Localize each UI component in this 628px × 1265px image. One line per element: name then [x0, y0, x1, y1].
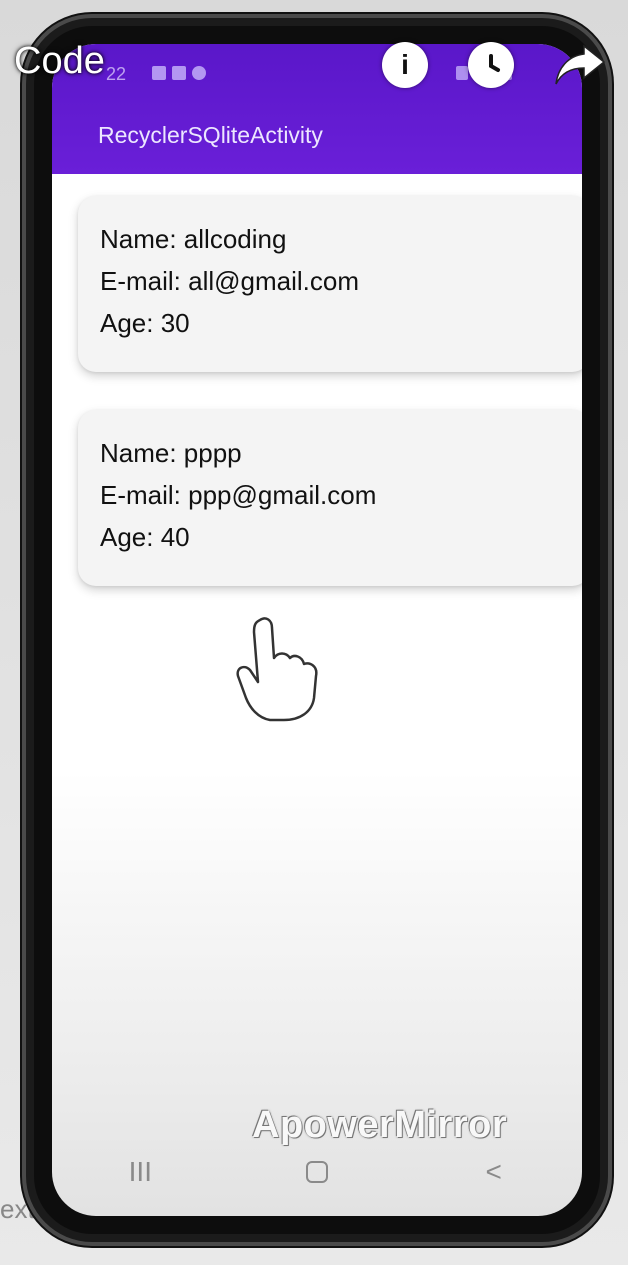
message-icon: [172, 66, 186, 80]
sync-icon: [192, 66, 206, 80]
record-name: Name: pppp: [100, 438, 242, 468]
record-name: Name: allcoding: [100, 224, 287, 254]
overlay-icon-group: i: [382, 42, 606, 88]
home-icon: [305, 1161, 328, 1183]
info-icon[interactable]: i: [382, 42, 428, 88]
record-card[interactable]: Name: allcoding E-mail: all@gmail.com Ag…: [78, 196, 582, 372]
recents-button[interactable]: III: [100, 1147, 180, 1197]
hand-pointer-icon: [236, 617, 318, 722]
clock-icon[interactable]: [468, 42, 514, 88]
notification-icon: [152, 66, 166, 80]
app-title: RecyclerSQliteActivity: [98, 122, 323, 148]
record-email: E-mail: ppp@gmail.com: [100, 480, 377, 510]
status-time: 22: [106, 64, 127, 84]
android-nav-bar: III <: [52, 1128, 582, 1216]
home-button[interactable]: [277, 1147, 357, 1197]
code-overlay-label: Code: [14, 40, 105, 82]
recents-icon: III: [128, 1156, 152, 1187]
record-age: Age: 40: [100, 522, 190, 552]
back-button[interactable]: <: [454, 1147, 534, 1197]
record-card[interactable]: Name: pppp E-mail: ppp@gmail.com Age: 40: [78, 410, 582, 586]
record-email: E-mail: all@gmail.com: [100, 266, 359, 296]
share-icon[interactable]: [554, 42, 606, 88]
status-notification-icons: [152, 66, 206, 80]
record-age: Age: 30: [100, 308, 190, 338]
back-icon: <: [485, 1156, 502, 1187]
